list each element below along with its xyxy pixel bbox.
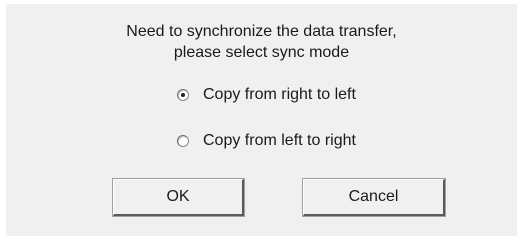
message-line-2: please select sync mode: [173, 44, 350, 61]
radio-label-right-to-left: Copy from right to left: [203, 86, 356, 103]
radio-copy-right-to-left[interactable]: Copy from right to left: [177, 86, 356, 104]
ok-button[interactable]: OK: [112, 178, 245, 217]
message-line-1: Need to synchronize the data transfer,: [126, 23, 397, 40]
radio-selected-icon[interactable]: [177, 89, 189, 101]
cancel-button[interactable]: Cancel: [302, 178, 446, 217]
radio-unselected-icon[interactable]: [177, 135, 189, 147]
radio-copy-left-to-right[interactable]: Copy from left to right: [177, 132, 356, 150]
radio-label-left-to-right: Copy from left to right: [203, 132, 356, 149]
sync-mode-dialog: Need to synchronize the data transfer, p…: [6, 4, 517, 236]
dialog-message: Need to synchronize the data transfer, p…: [6, 21, 517, 63]
